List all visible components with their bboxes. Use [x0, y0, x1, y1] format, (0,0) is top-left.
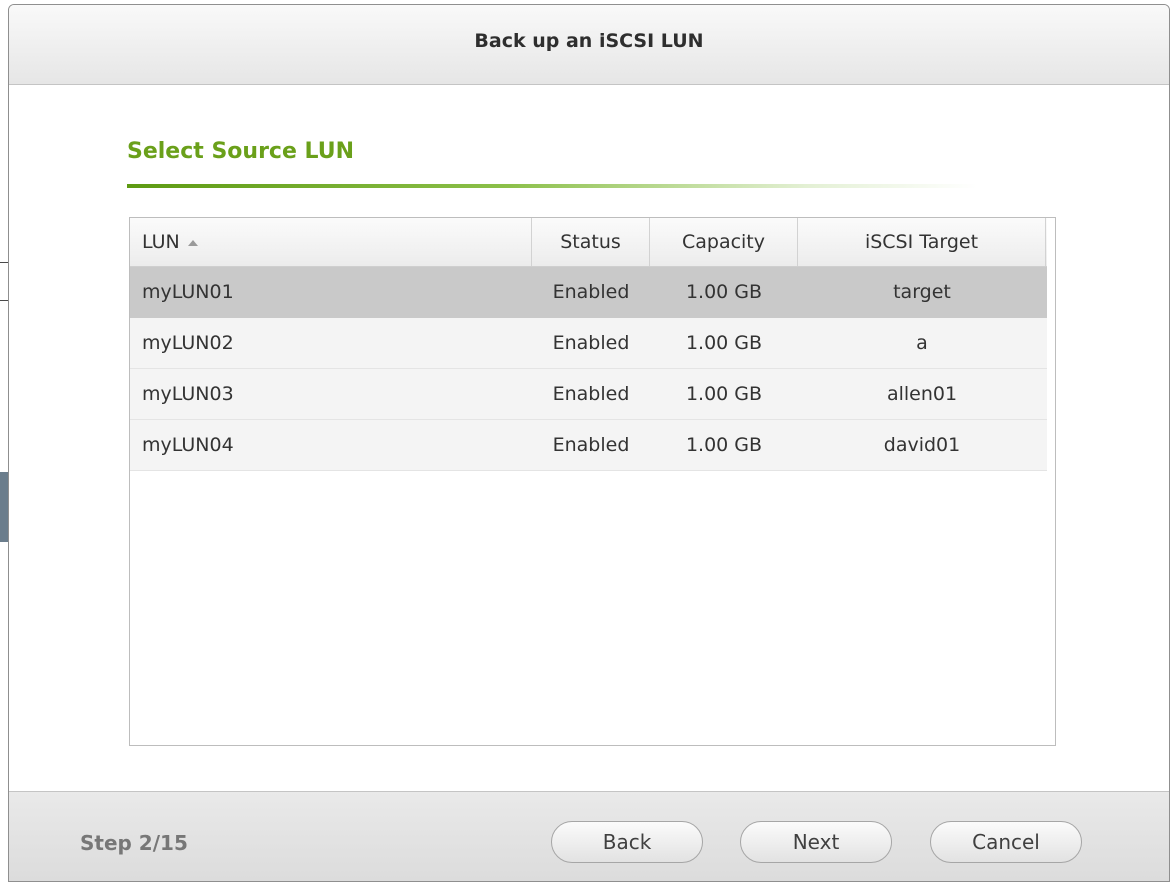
cell-lun: myLUN02	[142, 332, 234, 354]
table-header: LUN Status Capacity iSCSI Target	[130, 218, 1047, 267]
back-button[interactable]: Back	[551, 821, 703, 863]
column-header-label: Capacity	[681, 231, 766, 253]
dialog-title-bar[interactable]: Back up an iSCSI LUN	[9, 5, 1169, 85]
backup-lun-dialog: Back up an iSCSI LUN Select Source LUN L…	[8, 4, 1170, 882]
cell-status: Enabled	[552, 383, 630, 405]
cell-capacity: 1.00 GB	[685, 383, 763, 405]
dialog-title: Back up an iSCSI LUN	[474, 29, 704, 52]
next-button-label: Next	[792, 830, 840, 854]
next-button[interactable]: Next	[740, 821, 892, 863]
lun-table: LUN Status Capacity iSCSI Target myLUN01…	[129, 217, 1056, 746]
section-title: Select Source LUN	[127, 139, 355, 164]
cell-iscsi-target: allen01	[886, 383, 958, 405]
step-indicator: Step 2/15	[80, 831, 188, 855]
cell-iscsi-target: a	[916, 332, 928, 354]
column-header-label: LUN	[142, 231, 180, 253]
cancel-button[interactable]: Cancel	[930, 821, 1082, 863]
table-row[interactable]: myLUN02 Enabled 1.00 GB a	[130, 318, 1047, 369]
column-header-label: iSCSI Target	[864, 231, 979, 253]
backdrop-edge	[0, 472, 8, 542]
table-body: myLUN01 Enabled 1.00 GB target myLUN02 E…	[130, 267, 1047, 471]
cell-status: Enabled	[552, 434, 630, 456]
cell-status: Enabled	[552, 332, 630, 354]
table-row[interactable]: myLUN04 Enabled 1.00 GB david01	[130, 420, 1047, 471]
cell-capacity: 1.00 GB	[685, 434, 763, 456]
cell-iscsi-target: target	[893, 281, 951, 303]
cancel-button-label: Cancel	[972, 830, 1040, 854]
cell-status: Enabled	[552, 281, 630, 303]
sort-ascending-icon	[187, 240, 198, 246]
cell-lun: myLUN03	[142, 383, 234, 405]
column-header-lun[interactable]: LUN	[130, 218, 532, 266]
column-header-status[interactable]: Status	[532, 218, 650, 266]
backdrop-edge	[0, 262, 8, 263]
dialog-footer: Step 2/15 Back Next Cancel	[9, 791, 1169, 881]
section-divider	[127, 184, 977, 188]
back-button-label: Back	[602, 830, 652, 854]
column-header-capacity[interactable]: Capacity	[650, 218, 798, 266]
column-header-iscsi-target[interactable]: iSCSI Target	[798, 218, 1046, 266]
column-header-label: Status	[560, 231, 621, 253]
cell-iscsi-target: david01	[883, 434, 961, 456]
backdrop-edge	[0, 300, 8, 301]
cell-lun: myLUN04	[142, 434, 234, 456]
cell-capacity: 1.00 GB	[685, 332, 763, 354]
cell-lun: myLUN01	[142, 281, 234, 303]
table-row[interactable]: myLUN01 Enabled 1.00 GB target	[130, 267, 1047, 318]
cell-capacity: 1.00 GB	[685, 281, 763, 303]
table-row[interactable]: myLUN03 Enabled 1.00 GB allen01	[130, 369, 1047, 420]
